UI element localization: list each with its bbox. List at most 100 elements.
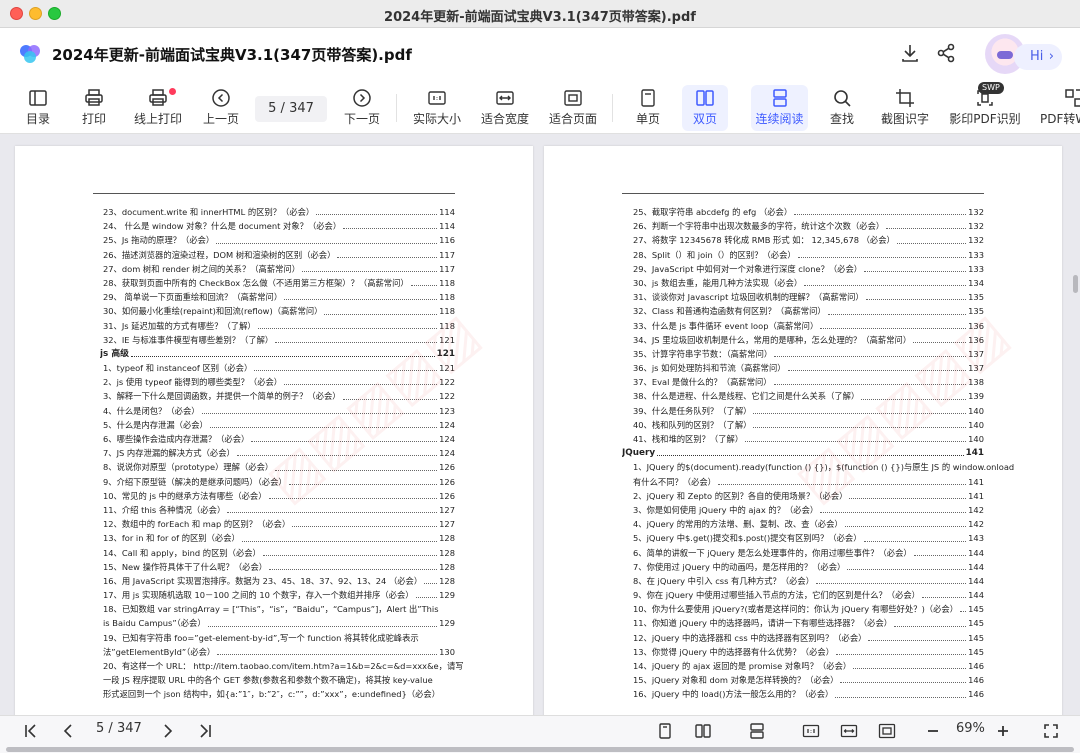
toc-entry[interactable]: 15、jQuery 对象和 dom 对象是怎样转换的？（必会） 146 [633, 673, 984, 687]
toc-entry[interactable]: 8、说说你对原型（prototype）理解（必会） 126 [103, 460, 455, 474]
toc-entry[interactable]: 5、jQuery 中$.get()提交和$.post()提交有区别吗？（必会） 1… [633, 531, 984, 545]
toc-entry[interactable]: 1、typeof 和 instanceof 区别（必会） 121 [103, 361, 455, 375]
toc-entry[interactable]: 32、Class 和普通构造函数有何区别？（高薪常问） 135 [633, 304, 984, 318]
toc-entry[interactable]: 35、计算字符串字节数：（高薪常问） 137 [633, 347, 984, 361]
toc-entry[interactable]: 31、Js 延迟加载的方式有哪些？（了解） 118 [103, 319, 455, 333]
toc-entry[interactable]: 36、js 如何处理防抖和节流（高薪常问） 137 [633, 361, 984, 375]
toolbar-print-button[interactable]: 打印 [74, 82, 114, 134]
toc-entry[interactable]: 29、 简单说一下页面重绘和回流？（高薪常问） 118 [103, 290, 455, 304]
toc-entry[interactable]: 5、什么是内存泄漏（必会） 124 [103, 418, 455, 432]
toc-entry[interactable]: 25、Js 拖动的原理？（必会） 116 [103, 233, 455, 247]
toolbar-prev-page-button[interactable]: 上一页 [199, 82, 243, 134]
toc-entry[interactable]: 27、将数字 12345678 转化成 RMB 形式 如： 12,345,678… [633, 233, 984, 247]
toc-entry[interactable]: 20、有这样一个 URL： http://item.taobao.com/ite… [103, 659, 464, 673]
fullscreen-icon[interactable] [1042, 722, 1060, 740]
toolbar-fit-page-button[interactable]: 适合页面 [546, 82, 600, 134]
toc-entry[interactable]: 23、document.write 和 innerHTML 的区别？（必会） 11… [103, 205, 455, 219]
toolbar-search-button[interactable]: 查找 [822, 82, 862, 134]
toc-entry[interactable]: 有什么不同？（必会） 141 [633, 475, 984, 489]
fit-page-icon[interactable] [878, 722, 896, 740]
toc-entry[interactable]: 24、 什么是 window 对象？什么是 document 对象？（必会） 11… [103, 219, 455, 233]
zoom-in-icon[interactable] [994, 722, 1012, 740]
actual-size-icon[interactable] [802, 722, 820, 740]
horizontal-scrollbar[interactable] [6, 747, 1074, 752]
toc-entry[interactable]: 19、已知有字符串 foo=”get-element-by-id”,写一个 fu… [103, 631, 455, 645]
toc-entry[interactable]: 14、Call 和 apply，bind 的区别（必会） 128 [103, 546, 455, 560]
toc-entry[interactable]: is Baidu Campus”（必会） 129 [103, 616, 455, 630]
toc-entry[interactable]: 9、你在 jQuery 中使用过哪些插入节点的方法，它们的区别是什么？（必会） 1… [633, 588, 984, 602]
toc-entry[interactable]: 3、你是如何使用 jQuery 中的 ajax 的？（必会） 142 [633, 503, 984, 517]
toc-entry[interactable]: 26、描述浏览器的渲染过程，DOM 树和渲染树的区别（必会） 117 [103, 248, 455, 262]
toc-entry[interactable]: 37、Eval 是做什么的？（高薪常问） 138 [633, 375, 984, 389]
toc-entry[interactable]: 12、jQuery 中的选择器和 css 中的选择器有区别吗？（必会） 145 [633, 631, 984, 645]
toc-entry[interactable]: 2、js 使用 typeof 能得到的哪些类型？（必会） 122 [103, 375, 455, 389]
toc-entry[interactable]: 32、IE 与标准事件模型有哪些差别？（了解） 121 [103, 333, 455, 347]
toc-entry[interactable]: 28、Split（）和 join（）的区别？（必会） 133 [633, 248, 984, 262]
toolbar-online-print-button[interactable]: 线上打印 [130, 82, 186, 134]
toc-entry[interactable]: 6、简单的讲叙一下 jQuery 是怎么处理事件的，你用过哪些事件？（必会） 14… [633, 546, 984, 560]
toc-entry[interactable]: 11、你知道 jQuery 中的选择器吗，请讲一下有哪些选择器？（必会） 145 [633, 616, 984, 630]
toc-entry[interactable]: 14、jQuery 的 ajax 返回的是 promise 对象吗？（必会） 14… [633, 659, 984, 673]
toc-section-heading[interactable]: js 高级 121 [100, 347, 455, 361]
toc-entry[interactable]: 8、在 jQuery 中引入 css 有几种方式？（必会） 144 [633, 574, 984, 588]
continuous-icon[interactable] [748, 722, 766, 740]
toc-entry[interactable]: 13、你觉得 jQuery 中的选择器有什么优势？（必会） 145 [633, 645, 984, 659]
toc-entry[interactable]: 13、for in 和 for of 的区别（必会） 128 [103, 531, 455, 545]
toc-entry[interactable]: 40、栈和队列的区别？（了解） 140 [633, 418, 984, 432]
toc-entry[interactable]: 41、栈和堆的区别？（了解） 140 [633, 432, 984, 446]
toc-entry[interactable]: 30、js 数组去重，能用几种方法实现（必会） 134 [633, 276, 984, 290]
toc-entry[interactable]: 7、JS 内存泄漏的解决方式（必会） 124 [103, 446, 455, 460]
toc-entry[interactable]: 34、JS 里垃圾回收机制是什么，常用的是哪种，怎么处理的？（高薪常问） 136 [633, 333, 984, 347]
toc-entry[interactable]: 16、用 JavaScript 实现冒泡排序。数据为 23、45、18、37、9… [103, 574, 455, 588]
toc-entry[interactable]: 9、介绍下原型链（解决的是继承问题吗）（必会） 126 [103, 475, 455, 489]
toc-section-heading[interactable]: JQuery 141 [622, 446, 984, 460]
toc-entry[interactable]: 17、用 js 实现随机选取 10－100 之间的 10 个数字，存入一个数组并… [103, 588, 455, 602]
toolbar-continuous-button[interactable]: 连续阅读 [751, 85, 808, 131]
toc-entry[interactable]: 31、谈谈你对 Javascript 垃圾回收机制的理解？（高薪常问） 135 [633, 290, 984, 304]
single-page-icon[interactable] [656, 722, 674, 740]
toc-entry[interactable]: 16、jQuery 中的 load()方法一般怎么用的？（必会） 146 [633, 687, 984, 701]
toc-entry[interactable]: 7、你使用过 jQuery 中的动画吗，是怎样用的？（必会） 144 [633, 560, 984, 574]
toolbar-scan-pdf-button[interactable]: SWP 影印PDF识别 [948, 82, 1022, 134]
download-icon[interactable] [899, 42, 921, 64]
prev-page-icon[interactable] [60, 722, 78, 740]
toc-entry[interactable]: 27、dom 树和 render 树之间的关系？（高薪常问） 117 [103, 262, 455, 276]
toc-entry[interactable]: 一段 JS 程序提取 URL 中的各个 GET 参数(参数名和参数个数不确定)，… [103, 673, 455, 687]
toc-entry[interactable]: 1、JQuery 的$(document).ready(function () … [633, 460, 1014, 474]
toc-entry[interactable]: 10、常见的 js 中的继承方法有哪些（必会） 126 [103, 489, 455, 503]
toolbar-double-page-button[interactable]: 双页 [682, 85, 728, 131]
double-page-icon[interactable] [694, 722, 712, 740]
toc-entry[interactable]: 3、解释一下什么是回调函数，并提供一个简单的例子？（必会） 122 [103, 389, 455, 403]
toolbar-actual-size-button[interactable]: 实际大小 [410, 82, 464, 134]
page-number-field[interactable]: 5 / 347 [255, 96, 327, 122]
fit-width-icon[interactable] [840, 722, 858, 740]
toc-entry[interactable]: 12、数组中的 forEach 和 map 的区别？（必会） 127 [103, 517, 455, 531]
toc-entry[interactable]: 26、判断一个字符串中出现次数最多的字符，统计这个次数（必会） 132 [633, 219, 984, 233]
share-icon[interactable] [935, 42, 957, 64]
zoom-out-icon[interactable] [924, 722, 942, 740]
bottom-page-indicator[interactable]: 5 / 347 [96, 721, 142, 736]
toc-entry[interactable]: 6、哪些操作会造成内存泄漏？（必会） 124 [103, 432, 455, 446]
toc-entry[interactable]: 10、你为什么要使用 jQuery?(或者是这样问的：你认为 jQuery 有哪… [633, 602, 984, 616]
toc-entry[interactable]: 形式返回到一个 json 结构中，如{a:”1″，b:”2″，c:””，d:”x… [103, 687, 455, 701]
toc-entry[interactable]: 25、截取字符串 abcdefg 的 efg （必会） 132 [633, 205, 984, 219]
toc-entry[interactable]: 2、jQuery 和 Zepto 的区别？各自的使用场景？（必会） 141 [633, 489, 984, 503]
toc-entry[interactable]: 18、已知数组 var stringArray = [“This”，“is”，“… [103, 602, 455, 616]
hi-assistant-button[interactable]: Hi › [1014, 44, 1062, 70]
toc-entry[interactable]: 28、获取到页面中所有的 CheckBox 怎么做（不适用第三方框架）？（高薪常… [103, 276, 455, 290]
toc-entry[interactable]: 15、New 操作符具体干了什么呢？（必会） 128 [103, 560, 455, 574]
toc-entry[interactable]: 39、什么是任务队列？（了解） 140 [633, 404, 984, 418]
toolbar-next-page-button[interactable]: 下一页 [340, 82, 384, 134]
toc-entry[interactable]: 法”getElementById”（必会） 130 [103, 645, 455, 659]
toc-entry[interactable]: 11、介绍 this 各种情况（必会） 127 [103, 503, 455, 517]
toc-entry[interactable]: 33、什么是 js 事件循环 event loop（高薪常问） 136 [633, 319, 984, 333]
toc-entry[interactable]: 38、什么是进程、什么是线程、它们之间是什么关系（了解） 139 [633, 389, 984, 403]
toc-entry[interactable]: 4、jQuery 的常用的方法增、删、复制、改、查（必会） 142 [633, 517, 984, 531]
toolbar-single-page-button[interactable]: 单页 [628, 82, 668, 134]
toc-entry[interactable]: 4、什么是闭包？（必会） 123 [103, 404, 455, 418]
vertical-scrollbar[interactable] [1073, 275, 1078, 293]
toolbar-contents-button[interactable]: 目录 [18, 82, 58, 134]
document-viewport[interactable]: 23、document.write 和 innerHTML 的区别？（必会） 11… [0, 135, 1080, 715]
toolbar-pdf-convert-button[interactable]: PDF转W [1036, 82, 1080, 134]
toc-entry[interactable]: 30、如何最小化重绘(repaint)和回流(reflow)（高薪常问） 118 [103, 304, 455, 318]
